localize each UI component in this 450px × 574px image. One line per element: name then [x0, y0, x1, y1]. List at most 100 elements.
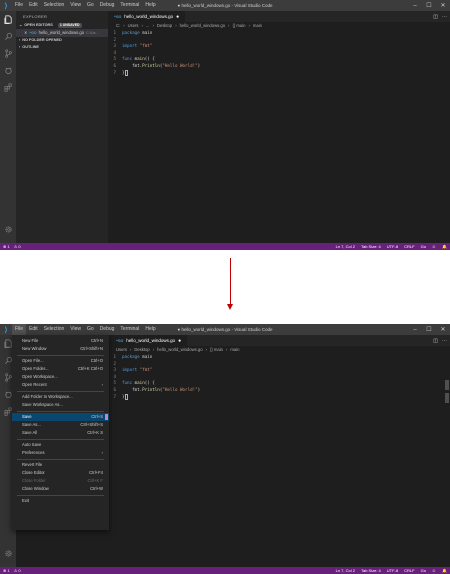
close-icon[interactable]: ✕ [436, 324, 450, 335]
breadcrumb-item[interactable]: ... [146, 22, 150, 30]
more-actions-icon[interactable]: ··· [442, 14, 447, 20]
menu-edit[interactable]: Edit [26, 0, 41, 11]
notifications-icon[interactable]: 🔔 [442, 568, 447, 573]
menu-file[interactable]: File [12, 0, 26, 11]
code-line[interactable]: 3 import "fmt" [108, 367, 450, 374]
breadcrumb-item[interactable]: Desktop [157, 22, 172, 30]
file-menu-item-close-folder[interactable]: Close Folder Ctrl+K F [12, 477, 109, 485]
explorer-icon[interactable] [0, 11, 16, 28]
code-line[interactable]: 1 package main [108, 30, 450, 37]
menu-view[interactable]: View [67, 0, 84, 11]
unsaved-dot-icon[interactable]: ● [176, 14, 179, 20]
menu-terminal[interactable]: Terminal [117, 324, 142, 335]
cursor-position[interactable]: Ln 7, Col 2 [336, 244, 355, 249]
file-menu-item-close-editor[interactable]: Close Editor Ctrl+F4 [12, 469, 109, 477]
code-editor[interactable]: 1 package main 2 3 import "fmt" 4 5 func main()… [108, 30, 450, 76]
code-line[interactable]: 1 package main [108, 354, 450, 361]
warnings-count[interactable]: ⚠ 0 [14, 568, 21, 573]
file-menu-item-open-folder[interactable]: Open Folder... Ctrl+K Ctrl+O [12, 365, 109, 373]
notifications-icon[interactable]: 🔔 [442, 244, 447, 249]
source-control-icon[interactable] [0, 45, 16, 62]
menu-terminal[interactable]: Terminal [117, 0, 142, 11]
code-line[interactable]: 7} [108, 393, 450, 401]
tab-size[interactable]: Tab Size: 4 [361, 568, 381, 573]
scrollbar-marker[interactable] [445, 380, 449, 390]
line-ending[interactable]: CRLF [404, 244, 414, 249]
menu-debug[interactable]: Debug [97, 0, 118, 11]
minimize-icon[interactable]: – [408, 324, 422, 335]
open-editor-item[interactable]: ✕ ⁼GO hello_world_windows.go C:\Us... [16, 29, 108, 37]
extensions-icon[interactable] [0, 79, 16, 96]
errors-count[interactable]: ⊗ 1 [3, 568, 10, 573]
more-actions-icon[interactable]: ··· [442, 338, 447, 344]
breadcrumb-item[interactable]: Desktop [134, 346, 149, 354]
file-menu-item-open-recent[interactable]: Open Recent › [12, 381, 109, 389]
split-editor-icon[interactable]: ◫ [433, 338, 438, 344]
file-menu-item-preferences[interactable]: Preferences › [12, 449, 109, 457]
file-menu-item-save[interactable]: Save Ctrl+S [12, 413, 109, 421]
menu-selection[interactable]: Selection [41, 324, 68, 335]
menu-debug[interactable]: Debug [97, 324, 118, 335]
breadcrumb-item[interactable]: hello_world_windows.go [180, 22, 225, 30]
editor-tab[interactable]: ⁼GO hello_world_windows.go ● [108, 11, 186, 22]
scrollbar-marker[interactable] [445, 393, 449, 403]
code-line[interactable]: 4 [108, 374, 450, 381]
maximize-icon[interactable]: ☐ [422, 0, 436, 11]
feedback-icon[interactable]: ☺ [432, 244, 436, 249]
code-line[interactable]: 5 func main() { [108, 380, 450, 387]
breadcrumb-item[interactable]: {} main [210, 346, 223, 354]
breadcrumb-item[interactable]: Users [116, 346, 127, 354]
file-menu-item-auto-save[interactable]: Auto Save [12, 441, 109, 449]
menu-edit[interactable]: Edit [26, 324, 41, 335]
file-menu-item-open-file[interactable]: Open File... Ctrl+O [12, 357, 109, 365]
menu-help[interactable]: Help [142, 324, 158, 335]
no-folder-section[interactable]: › NO FOLDER OPENED [16, 37, 108, 44]
menu-selection[interactable]: Selection [41, 0, 68, 11]
file-menu-item-close-window[interactable]: Close Window Ctrl+W [12, 485, 109, 493]
debug-icon[interactable] [0, 62, 16, 79]
file-menu-item-new-file[interactable]: New File Ctrl+N [12, 337, 109, 345]
warnings-count[interactable]: ⚠ 0 [14, 244, 21, 249]
menu-go[interactable]: Go [84, 324, 97, 335]
breadcrumb-item[interactable]: hello_world_windows.go [157, 346, 202, 354]
menu-help[interactable]: Help [142, 0, 158, 11]
close-editor-icon[interactable]: ✕ [24, 29, 27, 37]
file-menu-item-open-workspace[interactable]: Open Workspace... [12, 373, 109, 381]
file-menu-item-add-folder-to-workspace[interactable]: Add Folder to Workspace... [12, 393, 109, 401]
breadcrumb-item[interactable]: main [253, 22, 262, 30]
maximize-icon[interactable]: ☐ [422, 324, 436, 335]
minimize-icon[interactable]: – [408, 0, 422, 11]
open-editors-section[interactable]: ⌄ OPEN EDITORS 1 UNSAVED [16, 22, 108, 29]
breadcrumb-item[interactable]: main [230, 346, 239, 354]
menu-file[interactable]: File [12, 324, 27, 335]
line-ending[interactable]: CRLF [404, 568, 414, 573]
encoding[interactable]: UTF-8 [387, 568, 398, 573]
breadcrumb-item[interactable]: {} main [232, 22, 245, 30]
code-line[interactable]: 2 [108, 37, 450, 44]
code-line[interactable]: 7} [108, 69, 450, 77]
unsaved-dot-icon[interactable]: ● [178, 338, 181, 344]
breadcrumb-item[interactable]: Users [128, 22, 139, 30]
close-icon[interactable]: ✕ [436, 0, 450, 11]
settings-gear-icon[interactable] [0, 221, 16, 238]
settings-gear-icon[interactable] [0, 545, 16, 562]
menu-view[interactable]: View [67, 324, 84, 335]
code-line[interactable]: 6 fmt.Println("Hello World!") [108, 63, 450, 70]
file-menu-item-exit[interactable]: Exit [12, 497, 109, 505]
code-line[interactable]: 5 func main() { [108, 56, 450, 63]
code-line[interactable]: 2 [108, 361, 450, 368]
code-line[interactable]: 3 import "fmt" [108, 43, 450, 50]
tab-size[interactable]: Tab Size: 4 [361, 244, 381, 249]
breadcrumb-item[interactable]: C: [116, 22, 120, 30]
code-line[interactable]: 4 [108, 50, 450, 57]
menu-go[interactable]: Go [84, 0, 97, 11]
code-line[interactable]: 6 fmt.Println("Hello World!") [108, 387, 450, 394]
feedback-icon[interactable]: ☺ [432, 568, 436, 573]
outline-section[interactable]: › OUTLINE [16, 44, 108, 51]
file-menu-item-save-as[interactable]: Save As... Ctrl+Shift+S [12, 421, 109, 429]
language-mode[interactable]: Go [421, 568, 426, 573]
encoding[interactable]: UTF-8 [387, 244, 398, 249]
file-menu-item-new-window[interactable]: New Window Ctrl+Shift+N [12, 345, 109, 353]
search-icon[interactable] [0, 28, 16, 45]
split-editor-icon[interactable]: ◫ [433, 14, 438, 20]
